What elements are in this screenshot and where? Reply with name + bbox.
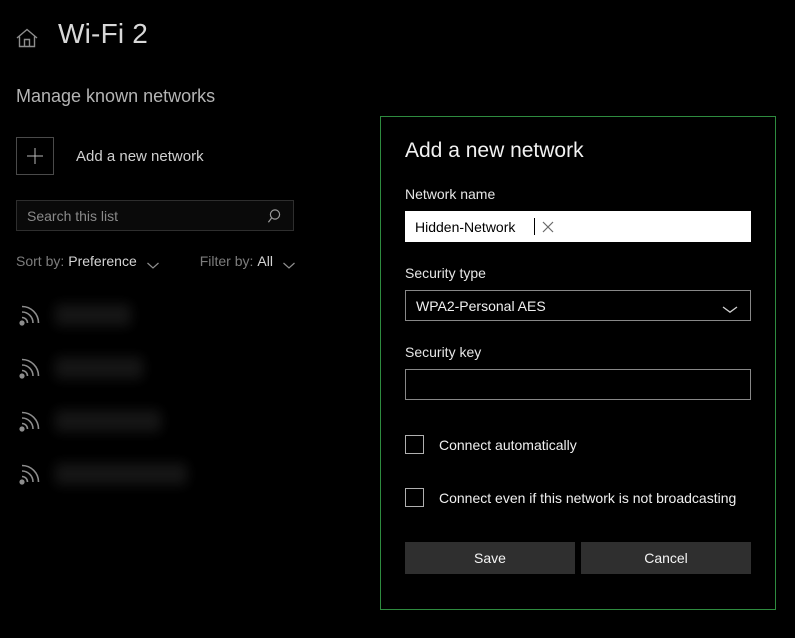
plus-icon xyxy=(16,137,54,175)
close-icon[interactable] xyxy=(535,217,561,237)
connect-automatically-checkbox[interactable]: Connect automatically xyxy=(405,435,751,454)
chevron-down-icon xyxy=(719,301,741,313)
home-icon[interactable] xyxy=(14,25,40,51)
security-key-label: Security key xyxy=(405,344,482,360)
security-key-input[interactable] xyxy=(406,376,750,393)
add-new-network-label: Add a new network xyxy=(76,147,204,165)
list-item[interactable] xyxy=(0,394,360,447)
search-box[interactable] xyxy=(16,200,294,231)
sort-by-prefix: Sort by: xyxy=(16,253,65,269)
save-button[interactable]: Save xyxy=(405,542,575,574)
add-new-network-button[interactable]: Add a new network xyxy=(16,137,204,175)
list-item[interactable] xyxy=(0,288,360,341)
chevron-down-icon xyxy=(282,257,296,269)
security-key-field[interactable] xyxy=(405,369,751,400)
list-item[interactable] xyxy=(0,447,360,500)
search-input[interactable] xyxy=(17,207,265,224)
page-title: Wi-Fi 2 xyxy=(58,18,149,49)
filter-by-prefix: Filter by: xyxy=(199,253,254,269)
dialog-buttons: Save Cancel xyxy=(405,542,751,574)
network-name xyxy=(55,462,187,485)
page-subtitle: Manage known networks xyxy=(16,86,216,106)
network-name xyxy=(55,303,131,326)
dialog-title: Add a new network xyxy=(405,139,584,162)
cancel-button[interactable]: Cancel xyxy=(581,542,751,574)
wifi-icon xyxy=(14,354,46,382)
list-item[interactable] xyxy=(0,341,360,394)
sort-by-value: Preference xyxy=(68,253,137,269)
add-network-dialog: Add a new network Network name Security … xyxy=(380,116,776,610)
wifi-icon xyxy=(14,407,46,435)
connect-even-if-not-broadcasting-label: Connect even if this network is not broa… xyxy=(439,489,737,506)
checkbox-box[interactable] xyxy=(405,435,424,454)
security-type-dropdown[interactable]: WPA2-Personal AES xyxy=(405,290,751,321)
network-name xyxy=(55,409,161,432)
connect-even-if-not-broadcasting-checkbox[interactable]: Connect even if this network is not broa… xyxy=(405,488,751,507)
filter-by-value: All xyxy=(257,253,273,269)
security-type-label: Security type xyxy=(405,265,486,281)
wifi-icon xyxy=(14,460,46,488)
known-networks-list xyxy=(0,288,360,500)
list-filters: Sort by: Preference Filter by: All xyxy=(16,253,296,269)
network-name-input[interactable] xyxy=(405,218,539,235)
page-header: Wi-Fi 2 Manage known networks xyxy=(0,0,380,106)
chevron-down-icon xyxy=(146,257,160,269)
network-name-label: Network name xyxy=(405,186,496,202)
sort-by-dropdown[interactable]: Sort by: Preference xyxy=(16,253,160,269)
wifi-icon xyxy=(14,301,46,329)
security-type-value: WPA2-Personal AES xyxy=(416,297,546,314)
network-name-field[interactable] xyxy=(405,211,751,242)
search-icon[interactable] xyxy=(265,206,287,226)
connect-automatically-label: Connect automatically xyxy=(439,436,577,453)
checkbox-box[interactable] xyxy=(405,488,424,507)
network-name xyxy=(55,356,143,379)
filter-by-dropdown[interactable]: Filter by: All xyxy=(200,253,296,269)
